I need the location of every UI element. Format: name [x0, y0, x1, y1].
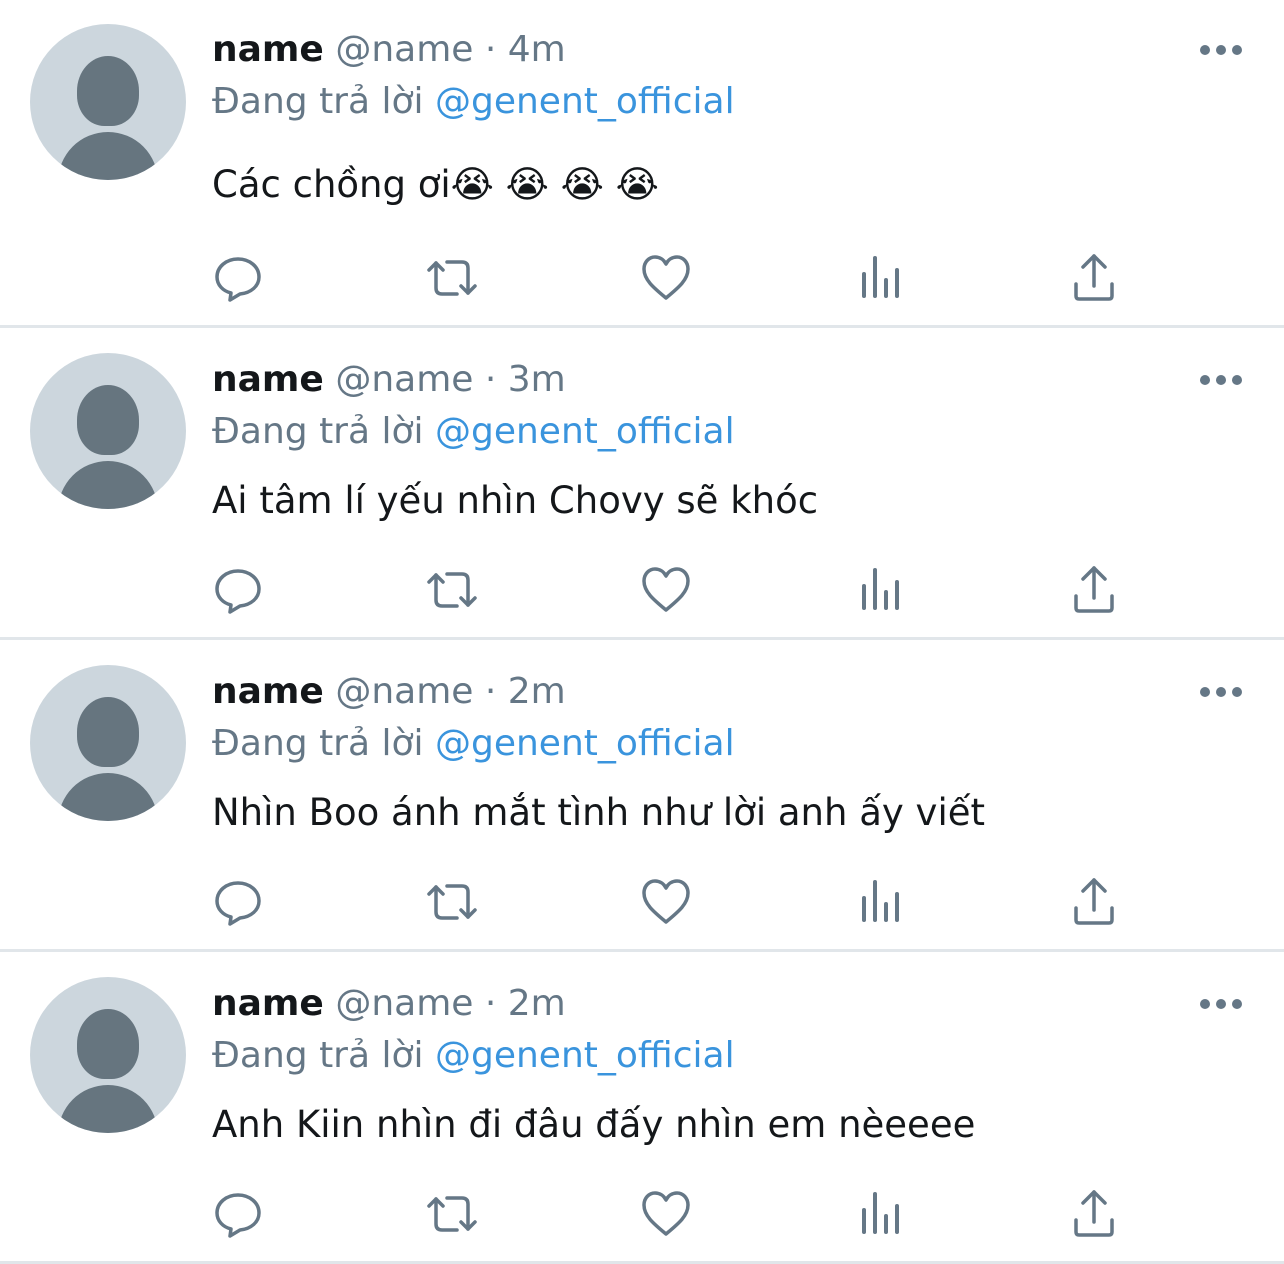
analytics-icon[interactable] [852, 1186, 908, 1242]
separator: · [484, 671, 497, 712]
action-bar [0, 874, 1284, 930]
like-icon[interactable] [638, 250, 694, 306]
display-name[interactable]: name [212, 671, 324, 712]
avatar-head-shape [77, 385, 139, 455]
share-icon[interactable] [1066, 1186, 1122, 1242]
avatar-body-shape [58, 1085, 158, 1133]
avatar-body-shape [58, 132, 158, 180]
user-handle[interactable]: @name [335, 983, 473, 1024]
timestamp[interactable]: 4m [508, 29, 566, 70]
display-name[interactable]: name [212, 983, 324, 1024]
reply-feed: name @name · 4m Đang trả lời @genent_off… [0, 0, 1284, 1264]
separator: · [484, 359, 497, 400]
separator: · [484, 983, 497, 1024]
timestamp[interactable]: 3m [508, 359, 566, 400]
like-icon[interactable] [638, 874, 694, 930]
share-icon[interactable] [1066, 874, 1122, 930]
mention-link[interactable]: @genent_official [435, 411, 735, 452]
tweet-text: Anh Kiin nhìn đi đâu đấy nhìn em nèeeee [212, 1103, 976, 1146]
replying-label: Đang trả lời [212, 723, 424, 764]
tweet[interactable]: name @name · 4m Đang trả lời @genent_off… [0, 0, 1284, 328]
timestamp[interactable]: 2m [508, 671, 566, 712]
retweet-icon[interactable] [424, 250, 480, 306]
avatar-head-shape [77, 1009, 139, 1079]
replying-label: Đang trả lời [212, 1035, 424, 1076]
more-icon[interactable] [1196, 994, 1246, 1014]
action-bar [0, 1186, 1284, 1242]
like-icon[interactable] [638, 1186, 694, 1242]
tweet-header: name @name · 2m [212, 982, 566, 1026]
retweet-icon[interactable] [424, 562, 480, 618]
like-icon[interactable] [638, 562, 694, 618]
timestamp[interactable]: 2m [508, 983, 566, 1024]
tweet-text: Nhìn Boo ánh mắt tình như lời anh ấy viế… [212, 791, 985, 834]
action-bar [0, 250, 1284, 306]
user-handle[interactable]: @name [335, 29, 473, 70]
avatar[interactable] [30, 353, 186, 509]
tweet-header: name @name · 3m [212, 358, 566, 402]
replying-to: Đang trả lời @genent_official [212, 722, 735, 766]
display-name[interactable]: name [212, 29, 324, 70]
display-name[interactable]: name [212, 359, 324, 400]
retweet-icon[interactable] [424, 874, 480, 930]
more-icon[interactable] [1196, 682, 1246, 702]
replying-label: Đang trả lời [212, 81, 424, 122]
tweet-header: name @name · 4m [212, 28, 566, 72]
tweet[interactable]: name @name · 3m Đang trả lời @genent_off… [0, 328, 1284, 640]
share-icon[interactable] [1066, 562, 1122, 618]
tweet[interactable]: name @name · 2m Đang trả lời @genent_off… [0, 640, 1284, 952]
mention-link[interactable]: @genent_official [435, 723, 735, 764]
reply-icon[interactable] [210, 1186, 266, 1242]
reply-icon[interactable] [210, 250, 266, 306]
separator: · [484, 29, 497, 70]
avatar-body-shape [58, 461, 158, 509]
avatar-head-shape [77, 56, 139, 126]
tweet-text: Các chồng ơi😭 😭 😭 😭 [212, 163, 659, 206]
share-icon[interactable] [1066, 250, 1122, 306]
tweet-header: name @name · 2m [212, 670, 566, 714]
mention-link[interactable]: @genent_official [435, 81, 735, 122]
more-icon[interactable] [1196, 40, 1246, 60]
avatar-head-shape [77, 697, 139, 767]
tweet[interactable]: name @name · 2m Đang trả lời @genent_off… [0, 952, 1284, 1264]
reply-icon[interactable] [210, 562, 266, 618]
replying-label: Đang trả lời [212, 411, 424, 452]
analytics-icon[interactable] [852, 562, 908, 618]
more-icon[interactable] [1196, 370, 1246, 390]
avatar[interactable] [30, 977, 186, 1133]
user-handle[interactable]: @name [335, 671, 473, 712]
reply-icon[interactable] [210, 874, 266, 930]
analytics-icon[interactable] [852, 250, 908, 306]
replying-to: Đang trả lời @genent_official [212, 410, 735, 454]
replying-to: Đang trả lời @genent_official [212, 1034, 735, 1078]
tweet-text: Ai tâm lí yếu nhìn Chovy sẽ khóc [212, 479, 819, 522]
avatar-body-shape [58, 773, 158, 821]
avatar[interactable] [30, 24, 186, 180]
replying-to: Đang trả lời @genent_official [212, 80, 735, 124]
retweet-icon[interactable] [424, 1186, 480, 1242]
user-handle[interactable]: @name [335, 359, 473, 400]
avatar[interactable] [30, 665, 186, 821]
analytics-icon[interactable] [852, 874, 908, 930]
action-bar [0, 562, 1284, 618]
mention-link[interactable]: @genent_official [435, 1035, 735, 1076]
